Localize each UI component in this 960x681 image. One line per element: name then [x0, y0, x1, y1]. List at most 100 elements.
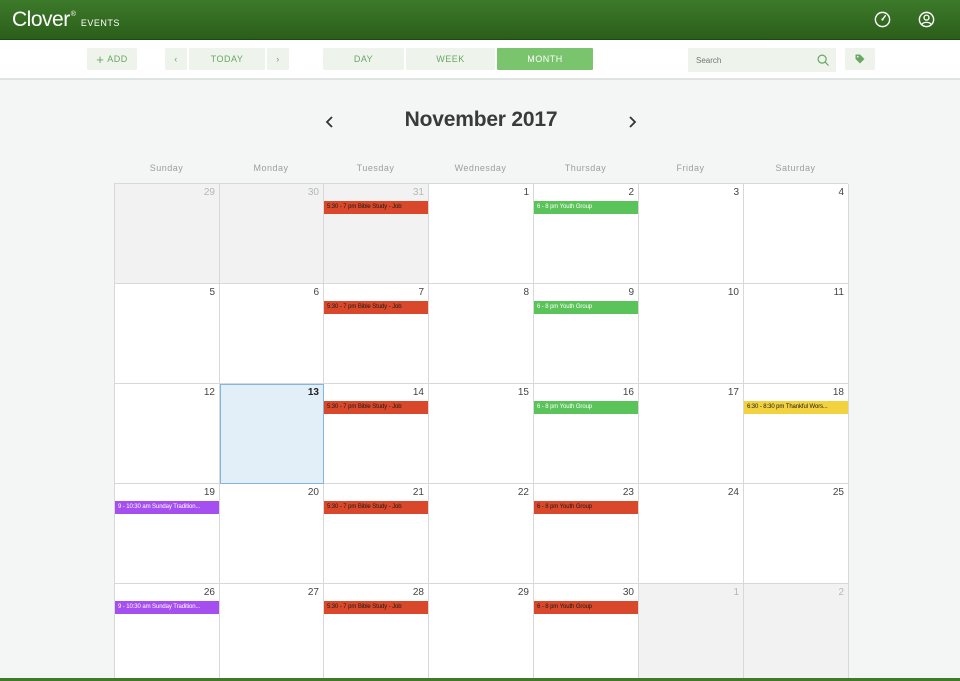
day-cell[interactable]: 2 6 - 8 pm Youth Group [534, 184, 639, 284]
dashboard-icon[interactable] [873, 10, 892, 29]
day-cell[interactable]: 20 [220, 484, 324, 584]
day-cell[interactable]: 6 [220, 284, 324, 384]
day-number: 12 [203, 387, 215, 398]
event-chip[interactable]: 9 - 10:30 am Sunday Tradition... [115, 501, 219, 514]
event-chip[interactable]: 6 - 8 pm Youth Group [534, 201, 638, 214]
event-chip[interactable]: 9 - 10:30 am Sunday Tradition... [115, 601, 219, 614]
next-month-button[interactable] [625, 112, 639, 132]
day-number: 1 [733, 587, 739, 598]
event-chip[interactable]: 6 - 8 pm Youth Group [534, 501, 638, 514]
tag-icon [855, 54, 865, 64]
day-cell[interactable]: 5 [115, 284, 220, 384]
day-cell[interactable]: 22 [429, 484, 534, 584]
logo-registered-mark: ® [70, 11, 76, 18]
day-cell[interactable]: 23 6 - 8 pm Youth Group [534, 484, 639, 584]
day-cell[interactable]: 17 [639, 384, 744, 484]
day-number: 19 [203, 487, 215, 498]
search-box [688, 48, 836, 72]
chevron-left-icon: ‹ [174, 54, 178, 64]
next-period-button[interactable]: › [267, 48, 289, 70]
today-button[interactable]: TODAY [189, 48, 265, 70]
tab-day-label: DAY [353, 54, 374, 64]
day-cell[interactable]: 21 5:30 - 7 pm Bible Study - Job [324, 484, 429, 584]
plus-icon: + [96, 51, 105, 67]
day-cell[interactable]: 10 [639, 284, 744, 384]
day-cell[interactable]: 30 6 - 8 pm Youth Group [534, 584, 639, 681]
day-cell[interactable]: 1 [429, 184, 534, 284]
day-number: 20 [307, 487, 319, 498]
day-cell[interactable]: 24 [639, 484, 744, 584]
day-number: 23 [622, 487, 634, 498]
day-number: 26 [203, 587, 215, 598]
user-icon[interactable] [917, 10, 936, 29]
day-number: 2 [838, 587, 844, 598]
day-cell[interactable]: 8 [429, 284, 534, 384]
day-cell[interactable]: 9 6 - 8 pm Youth Group [534, 284, 639, 384]
day-number: 15 [517, 387, 529, 398]
app-header: Clover ® EVENTS [0, 0, 960, 40]
day-number: 7 [418, 287, 424, 298]
add-event-button[interactable]: + ADD [87, 48, 137, 70]
day-cell[interactable]: 30 [220, 184, 324, 284]
day-number: 17 [727, 387, 739, 398]
weekday-header-sunday: Sunday [149, 163, 184, 173]
event-chip[interactable]: 5:30 - 7 pm Bible Study - Job [324, 501, 428, 514]
search-icon[interactable] [816, 53, 830, 67]
day-cell[interactable]: 16 6 - 8 pm Youth Group [534, 384, 639, 484]
search-input[interactable] [696, 55, 812, 65]
day-cell[interactable]: 14 5:30 - 7 pm Bible Study - Job [324, 384, 429, 484]
day-cell[interactable]: 11 [744, 284, 849, 384]
event-chip[interactable]: 6 - 8 pm Youth Group [534, 401, 638, 414]
day-cell[interactable]: 18 6:30 - 8:30 pm Thankful Wors... [744, 384, 849, 484]
chevron-right-icon: › [276, 54, 280, 64]
day-cell[interactable]: 29 [115, 184, 220, 284]
day-cell[interactable]: 25 [744, 484, 849, 584]
day-number: 5 [209, 287, 215, 298]
day-number: 6 [313, 287, 319, 298]
tab-day[interactable]: DAY [323, 48, 404, 70]
day-cell[interactable]: 15 [429, 384, 534, 484]
day-cell[interactable]: 31 5:30 - 7 pm Bible Study - Job [324, 184, 429, 284]
day-cell[interactable]: 28 5:30 - 7 pm Bible Study - Job [324, 584, 429, 681]
tab-month-label: MONTH [527, 54, 563, 64]
event-chip[interactable]: 5:30 - 7 pm Bible Study - Job [324, 601, 428, 614]
day-number: 11 [833, 287, 844, 298]
today-label: TODAY [210, 54, 244, 64]
month-grid: 29 30 31 5:30 - 7 pm Bible Study - Job 1 2 6 -… [114, 183, 849, 681]
chevron-right-icon [629, 116, 637, 128]
day-cell[interactable]: 2 [744, 584, 849, 681]
brand-logo[interactable]: Clover ® EVENTS [12, 8, 120, 32]
logo-text: Clover [12, 8, 70, 31]
weekday-header-tuesday: Tuesday [356, 163, 395, 173]
day-cell[interactable]: 26 9 - 10:30 am Sunday Tradition... [115, 584, 220, 681]
month-title: November 2017 [404, 108, 558, 131]
day-cell[interactable]: 4 [744, 184, 849, 284]
event-chip[interactable]: 6 - 8 pm Youth Group [534, 301, 638, 314]
event-chip[interactable]: 5:30 - 7 pm Bible Study - Job [324, 301, 428, 314]
day-number: 3 [733, 187, 739, 198]
tab-month[interactable]: MONTH [497, 48, 593, 70]
day-number: 10 [727, 287, 739, 298]
day-cell[interactable]: 27 [220, 584, 324, 681]
day-cell[interactable]: 29 [429, 584, 534, 681]
day-cell-today[interactable]: 13 [220, 384, 324, 484]
tab-week[interactable]: WEEK [406, 48, 495, 70]
event-chip[interactable]: 6 - 8 pm Youth Group [534, 601, 638, 614]
day-cell[interactable]: 1 [639, 584, 744, 681]
day-number: 29 [203, 187, 215, 198]
day-cell[interactable]: 12 [115, 384, 220, 484]
day-number: 31 [412, 187, 424, 198]
event-chip[interactable]: 6:30 - 8:30 pm Thankful Wors... [744, 401, 848, 414]
event-chip[interactable]: 5:30 - 7 pm Bible Study - Job [324, 401, 428, 414]
weekday-header-thursday: Thursday [564, 163, 607, 173]
weekday-header-friday: Friday [676, 163, 705, 173]
prev-period-button[interactable]: ‹ [165, 48, 187, 70]
tags-button[interactable] [845, 48, 875, 70]
day-cell[interactable]: 19 9 - 10:30 am Sunday Tradition... [115, 484, 220, 584]
day-cell[interactable]: 3 [639, 184, 744, 284]
day-number: 1 [523, 187, 529, 198]
event-chip[interactable]: 5:30 - 7 pm Bible Study - Job [324, 201, 428, 214]
day-cell[interactable]: 7 5:30 - 7 pm Bible Study - Job [324, 284, 429, 384]
day-number: 24 [727, 487, 739, 498]
day-number: 9 [628, 287, 634, 298]
